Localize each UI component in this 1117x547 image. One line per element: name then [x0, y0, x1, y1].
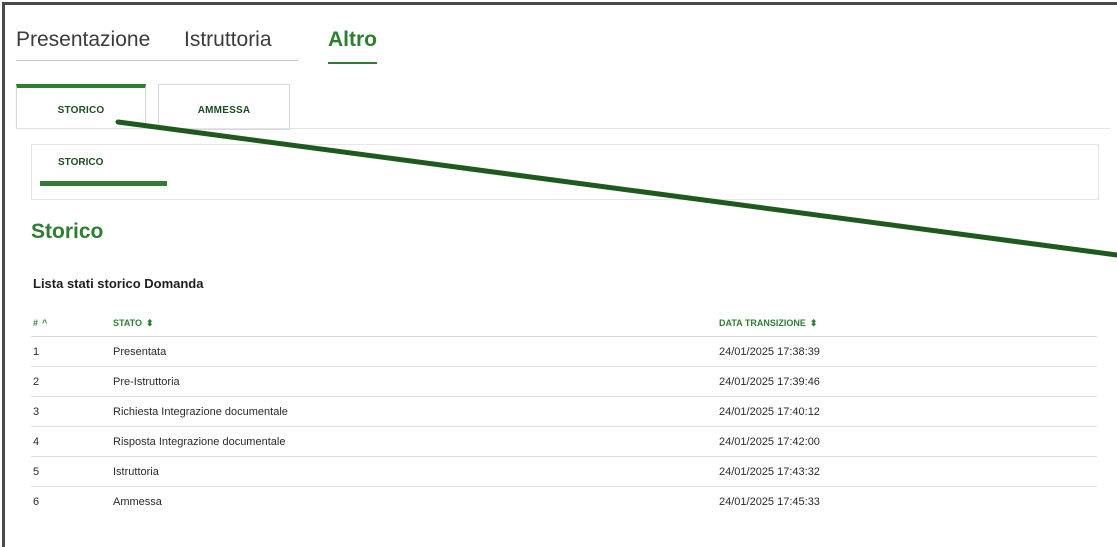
cell-num: 1	[33, 345, 40, 358]
cell-stato: Ammessa	[113, 486, 719, 516]
cell-data: 24/01/2025 17:38:39	[719, 345, 820, 358]
sort-icon: ⬍	[809, 317, 818, 328]
subtab-divider	[16, 128, 1110, 129]
tab-istruttoria[interactable]: Istruttoria	[184, 28, 272, 52]
table-row: 2 Pre-Istruttoria 24/01/2025 17:39:46	[31, 366, 1097, 397]
sort-icon: ⬍	[146, 317, 154, 328]
cell-num: 5	[31, 456, 113, 487]
active-tab-indicator	[328, 62, 377, 64]
table-row: 6 Ammessa 24/01/2025 17:45:33	[31, 486, 1097, 516]
subtab-ammessa[interactable]: AMMESSA	[158, 84, 290, 130]
col-header-data[interactable]: DATA TRANSIZIONE ⬍	[719, 310, 1097, 337]
col-header-stato[interactable]: STATO ⬍	[113, 310, 719, 337]
tab-divider	[16, 60, 298, 61]
subtab-storico[interactable]: STORICO	[16, 84, 146, 129]
table-row: 1 Presentata 24/01/2025 17:38:39	[31, 337, 1097, 367]
col-header-num[interactable]: # ^	[31, 310, 113, 337]
cell-data: 24/01/2025 17:40:12	[719, 396, 1097, 427]
cell-data: 24/01/2025 17:43:32	[719, 456, 1097, 487]
inner-nav-storico[interactable]: STORICO	[58, 157, 103, 168]
cell-stato: Risposta Integrazione documentale	[113, 426, 719, 457]
cell-num: 4	[31, 426, 113, 457]
cell-num: 2	[31, 366, 113, 397]
inner-nav-indicator	[40, 181, 167, 186]
history-table: # ^ STATO ⬍ DATA TRANSIZIONE ⬍ 1 Presentata…	[31, 310, 1097, 516]
cell-stato: Istruttoria	[113, 456, 719, 487]
table-header-row: # ^ STATO ⬍ DATA TRANSIZIONE ⬍	[31, 310, 1097, 337]
tab-altro[interactable]: Altro	[328, 28, 377, 64]
table-row: 3 Richiesta Integrazione documentale 24/…	[31, 396, 1097, 427]
cell-num: 3	[31, 396, 113, 427]
cell-data: 24/01/2025 17:45:33	[719, 486, 1097, 516]
cell-data: 24/01/2025 17:39:46	[719, 366, 1097, 397]
sort-asc-icon: ^	[42, 318, 48, 328]
table-row: 4 Risposta Integrazione documentale 24/0…	[31, 426, 1097, 457]
cell-data: 24/01/2025 17:42:00	[719, 426, 1097, 457]
tab-presentazione[interactable]: Presentazione	[16, 28, 150, 52]
inner-nav: STORICO	[31, 144, 1099, 200]
cell-stato: Pre-Istruttoria	[113, 366, 719, 397]
list-title: Lista stati storico Domanda	[33, 276, 204, 291]
cell-stato: Richiesta Integrazione documentale	[113, 396, 719, 427]
cell-num: 6	[31, 486, 113, 516]
cell-stato: Presentata	[113, 345, 167, 358]
page-title: Storico	[31, 220, 104, 243]
main-tabs: Presentazione Istruttoria Altro	[16, 22, 1117, 64]
table-row: 5 Istruttoria 24/01/2025 17:43:32	[31, 456, 1097, 487]
